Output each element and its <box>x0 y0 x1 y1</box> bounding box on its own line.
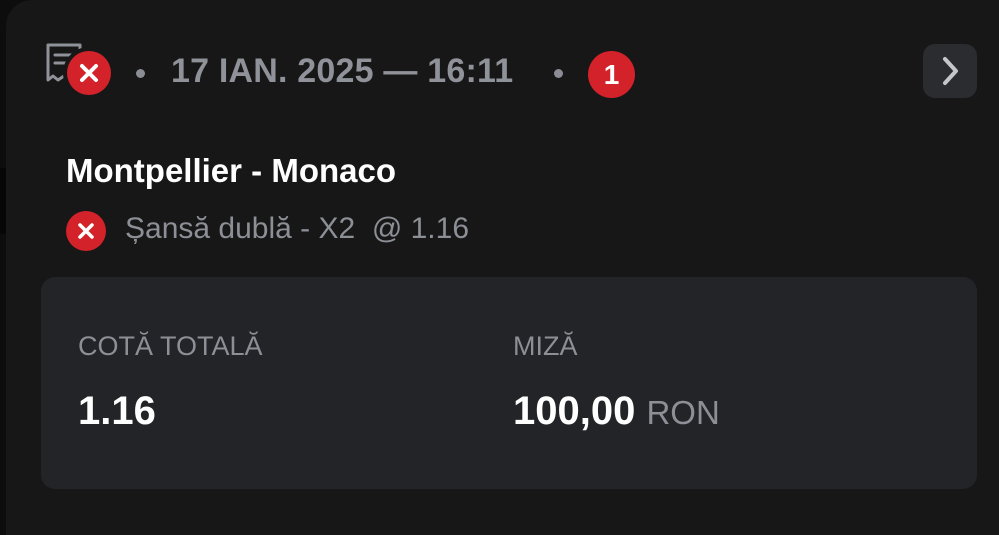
lost-status-icon <box>67 51 111 95</box>
selection-lost-icon <box>66 211 106 251</box>
total-odds-label: COTĂ TOTALĂ <box>78 331 263 361</box>
selection-row: Șansă dublă - X2 @ 1.16 <box>66 211 666 251</box>
match-title: Montpellier - Monaco <box>66 152 396 189</box>
separator-dot <box>554 69 563 78</box>
ticket-header: 17 IAN. 2025 — 16:11 1 <box>6 42 999 102</box>
stake-currency: RON <box>646 394 720 431</box>
stake-label: MIZĂ <box>513 331 578 361</box>
total-odds-value: 1.16 <box>78 389 156 433</box>
ticket-date-time: 17 IAN. 2025 — 16:11 <box>171 52 514 90</box>
selections-count-badge: 1 <box>588 51 635 98</box>
ticket-summary: COTĂ TOTALĂ 1.16 MIZĂ 100,00 RON <box>41 277 977 489</box>
stake-amount: 100,00 RON <box>513 389 720 434</box>
chevron-right-icon <box>943 57 958 85</box>
open-ticket-button[interactable] <box>923 44 977 98</box>
stake-value: 100,00 <box>513 389 636 433</box>
separator-dot <box>136 69 145 78</box>
selection-market: Șansă dublă - X2 @ 1.16 <box>125 212 470 245</box>
bet-ticket-card[interactable]: 17 IAN. 2025 — 16:11 1 Montpellier - Mon… <box>6 0 999 535</box>
